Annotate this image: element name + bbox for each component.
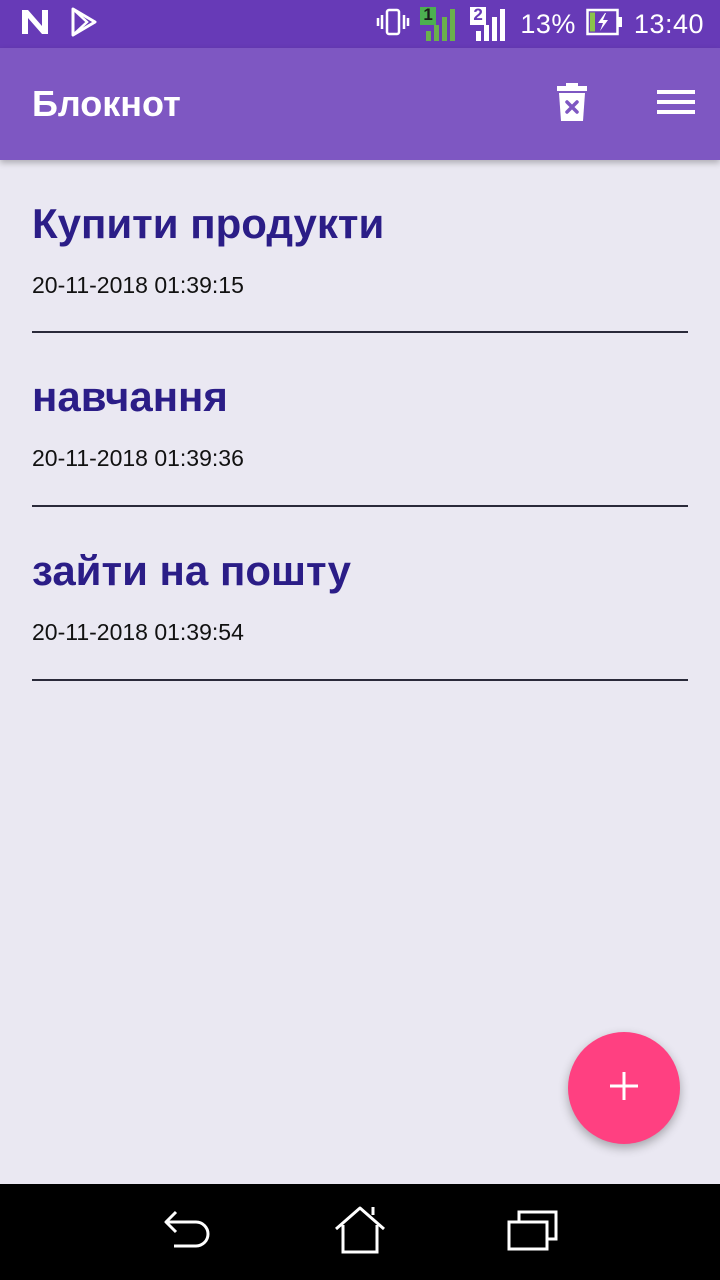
- clock: 13:40: [633, 8, 704, 39]
- home-button[interactable]: [320, 1192, 400, 1272]
- battery-charging-icon: [586, 8, 624, 41]
- note-item[interactable]: Купити продукти 20-11-2018 01:39:15: [32, 160, 688, 333]
- delete-button[interactable]: [544, 76, 600, 132]
- note-date: 20-11-2018 01:39:36: [32, 445, 244, 471]
- menu-button[interactable]: [648, 76, 704, 132]
- status-bar: 1 2 13% 13:40: [0, 0, 720, 48]
- home-icon: [333, 1205, 387, 1260]
- add-note-button[interactable]: [568, 1032, 680, 1144]
- menu-icon: [657, 88, 695, 121]
- sim1-label: 1: [423, 5, 433, 24]
- note-item[interactable]: зайти на пошту 20-11-2018 01:39:54: [32, 507, 688, 681]
- note-date: 20-11-2018 01:39:54: [32, 619, 244, 645]
- app-title: Блокнот: [32, 83, 181, 124]
- sim1-signal-icon: 1: [420, 5, 460, 41]
- recents-icon: [506, 1208, 560, 1257]
- app-bar: Блокнот: [0, 48, 720, 160]
- sim2-label: 2: [473, 5, 483, 24]
- back-button[interactable]: [147, 1192, 227, 1272]
- notification-n-icon: [20, 8, 50, 41]
- note-date: 20-11-2018 01:39:15: [32, 272, 244, 298]
- note-item[interactable]: навчання 20-11-2018 01:39:36: [32, 333, 688, 507]
- note-title: Купити продукти: [32, 200, 385, 247]
- status-bar-left: [20, 7, 98, 42]
- recents-button[interactable]: [493, 1192, 573, 1272]
- app-bar-actions: [544, 76, 704, 132]
- play-store-icon: [70, 7, 98, 42]
- plus-icon: [609, 1071, 639, 1106]
- note-title: навчання: [32, 373, 228, 420]
- vibrate-icon: [376, 7, 410, 42]
- navigation-bar: [0, 1184, 720, 1280]
- status-bar-right: 1 2 13% 13:40: [376, 5, 704, 42]
- note-title: зайти на пошту: [32, 547, 351, 594]
- back-icon: [162, 1208, 212, 1257]
- note-list: Купити продукти 20-11-2018 01:39:15 навч…: [32, 160, 688, 681]
- battery-percent: 13%: [520, 8, 576, 39]
- sim2-signal-icon: 2: [470, 5, 510, 41]
- delete-icon: [557, 82, 587, 126]
